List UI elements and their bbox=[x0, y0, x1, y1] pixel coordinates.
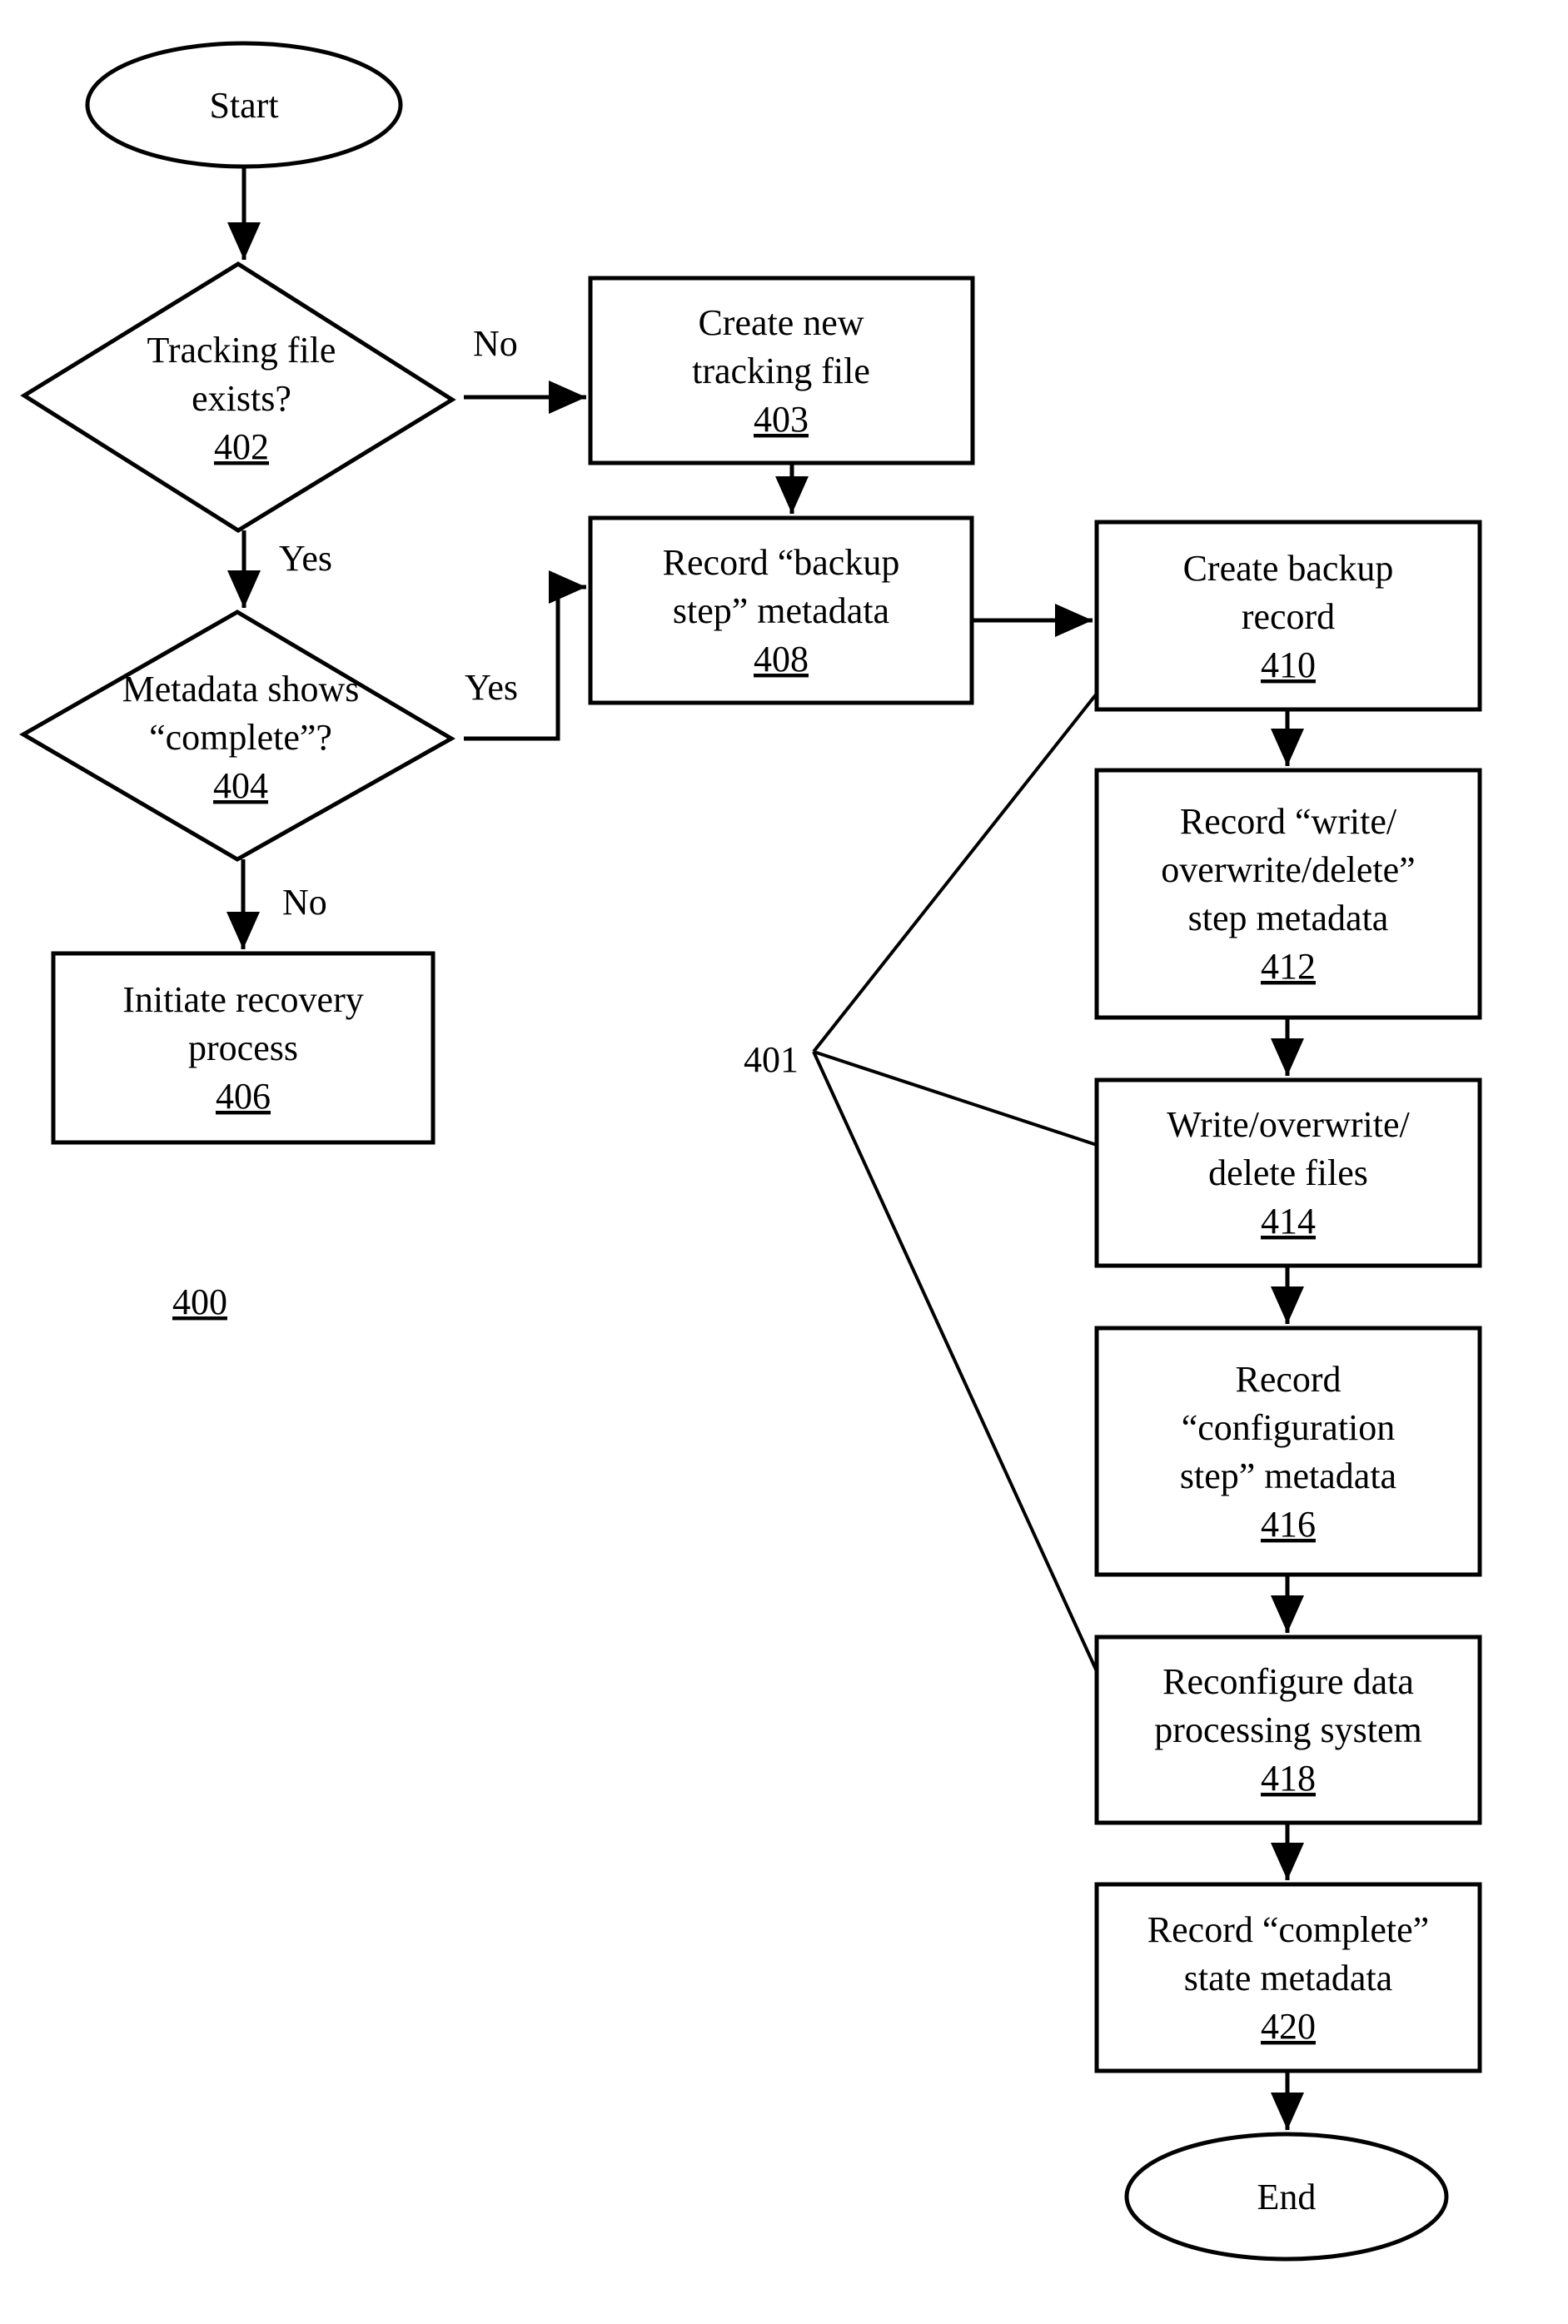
n403-ref-number: 403 bbox=[754, 399, 809, 440]
n418-text-line: processing system bbox=[1154, 1709, 1421, 1750]
n402-text-line: Tracking file bbox=[147, 330, 336, 371]
edge-label-404-no: No bbox=[282, 882, 327, 923]
n416-text-line: step” metadata bbox=[1180, 1456, 1396, 1496]
end-text-line: End bbox=[1257, 2177, 1317, 2217]
leader-401-to-418 bbox=[812, 1051, 1098, 1672]
n420-text-line: state metadata bbox=[1184, 1958, 1392, 1998]
figure-label-400: 400 bbox=[172, 1281, 227, 1322]
n414-text-line: Write/overwrite/ bbox=[1167, 1104, 1410, 1145]
n418-text-line: Reconfigure data bbox=[1162, 1661, 1414, 1702]
n404-text-line: Metadata shows bbox=[122, 669, 360, 709]
n403-text-line: tracking file bbox=[692, 351, 870, 391]
edge-label-402-yes: Yes bbox=[279, 538, 332, 579]
n420-ref-number: 420 bbox=[1261, 2006, 1316, 2047]
n403-text-line: Create new bbox=[698, 302, 864, 343]
edge-label-402-no: No bbox=[473, 323, 518, 364]
n410-ref-number: 410 bbox=[1261, 644, 1316, 685]
n406-ref-number: 406 bbox=[216, 1076, 271, 1117]
n404-text-line: “complete”? bbox=[149, 717, 332, 758]
n412-text-line: step metadata bbox=[1188, 898, 1389, 938]
n406-text-line: process bbox=[188, 1028, 298, 1068]
n414-ref-number: 414 bbox=[1261, 1201, 1316, 1242]
n402-ref-number: 402 bbox=[214, 426, 269, 467]
n408-text-line: Record “backup bbox=[663, 542, 900, 583]
flowchart-canvas: No Yes Yes No 400 401 Start End Tracking f… bbox=[19, 41, 1482, 2262]
group-label-401: 401 bbox=[744, 1039, 799, 1080]
edge-label-404-yes: Yes bbox=[465, 667, 518, 708]
n416-text-line: Record bbox=[1235, 1359, 1341, 1400]
n408-ref-number: 408 bbox=[754, 639, 809, 679]
n408-text-line: step” metadata bbox=[673, 590, 889, 631]
leader-401-to-414 bbox=[813, 1050, 1098, 1147]
n402-text-line: exists? bbox=[192, 378, 291, 419]
n414-text-line: delete files bbox=[1208, 1152, 1368, 1193]
leader-401-to-410 bbox=[812, 692, 1098, 1053]
n420-text-line: Record “complete” bbox=[1147, 1909, 1429, 1950]
n416-text-line: “configuration bbox=[1182, 1407, 1396, 1448]
start-text-line: Start bbox=[209, 85, 278, 126]
n410-text-line: Create backup bbox=[1183, 548, 1394, 589]
n404-ref-number: 404 bbox=[213, 765, 268, 806]
edge-404-408 bbox=[464, 570, 586, 741]
n410-text-line: record bbox=[1242, 596, 1335, 637]
n418-ref-number: 418 bbox=[1261, 1758, 1316, 1799]
n412-text-line: overwrite/delete” bbox=[1161, 849, 1415, 890]
n416-ref-number: 416 bbox=[1261, 1504, 1316, 1545]
n406-text-line: Initiate recovery bbox=[122, 979, 364, 1020]
n412-text-line: Record “write/ bbox=[1180, 801, 1397, 842]
n412-ref-number: 412 bbox=[1261, 946, 1316, 987]
